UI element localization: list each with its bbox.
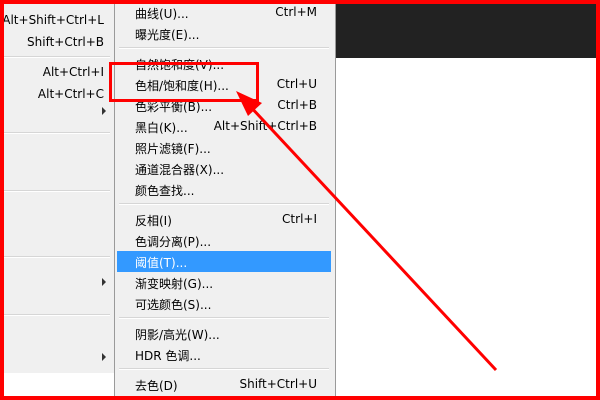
parent-menu: Alt+Shift+Ctrl+L Shift+Ctrl+B Alt+Ctrl+I… [0,0,115,373]
menu-item-threshold[interactable]: 阈值(T)... [117,251,331,272]
menu-item-label: 渐变映射(G)... [135,277,214,291]
menu-item-label: 可选颜色(S)... [135,298,212,312]
menu-separator [2,256,110,258]
menu-item-channel-mixer[interactable]: 通道混合器(X)... [117,158,331,179]
menu-item-hue-saturation[interactable]: 色相/饱和度(H)... Ctrl+U [117,74,331,95]
parent-menu-item[interactable]: Alt+Shift+Ctrl+L [0,13,104,27]
shortcut-label: Alt+Ctrl+I [42,65,104,79]
menu-item-invert[interactable]: 反相(I) Ctrl+I [117,209,331,230]
menu-item-hdr-toning[interactable]: HDR 色调... [117,344,331,365]
menu-item-label: 去色(D) [135,379,178,393]
menu-item-label: HDR 色调... [135,349,201,363]
menu-item-color-balance[interactable]: 色彩平衡(B)... Ctrl+B [117,95,331,116]
menu-item-curves[interactable]: 曲线(U)... Ctrl+M [117,2,331,23]
menu-item-color-lookup[interactable]: 颜色查找... [117,179,331,200]
adjustments-submenu: 曲线(U)... Ctrl+M 曝光度(E)... 自然饱和度(V)... 色相… [114,0,336,400]
menu-item-label: 照片滤镜(F)... [135,142,211,156]
menu-item-label: 阴影/高光(W)... [135,328,220,342]
shortcut-label: Alt+Ctrl+C [37,87,104,101]
menu-item-label: 色彩平衡(B)... [135,100,213,114]
menu-item-label: 黑白(K)... [135,121,188,135]
parent-menu-item[interactable]: Alt+Ctrl+C [0,87,104,101]
menu-item-label: 色相/饱和度(H)... [135,79,229,93]
menu-separator [2,314,110,316]
menu-item-label: 色调分离(P)... [135,235,212,249]
menu-item-shortcut: Ctrl+U [276,77,317,91]
canvas-area-bottom [0,374,114,400]
canvas-area [334,58,600,400]
menu-separator [2,132,110,134]
menu-separator [119,47,329,49]
menu-item-shadows-highlights[interactable]: 阴影/高光(W)... [117,323,331,344]
menu-item-shortcut: Alt+Shift+Ctrl+B [213,119,317,133]
parent-menu-item[interactable]: Alt+Ctrl+I [0,65,104,79]
menu-item-shortcut: Shift+Ctrl+U [239,377,317,391]
menu-separator [2,56,110,58]
menu-item-desaturate[interactable]: 去色(D) Shift+Ctrl+U [117,374,331,395]
shortcut-label: Shift+Ctrl+B [27,35,104,49]
menu-item-label: 通道混合器(X)... [135,163,225,177]
menu-separator [119,317,329,319]
menu-item-label: 自然饱和度(V)... [135,58,225,72]
menu-item-label: 反相(I) [135,214,172,228]
menu-item-gradient-map[interactable]: 渐变映射(G)... [117,272,331,293]
menu-item-shortcut: Ctrl+M [275,5,317,19]
submenu-arrow-icon [102,107,106,115]
menu-item-label: 曝光度(E)... [135,28,200,42]
menu-item-shortcut: Ctrl+B [277,98,317,112]
menu-item-selective-color[interactable]: 可选颜色(S)... [117,293,331,314]
submenu-arrow-icon [102,353,106,361]
menu-separator [2,190,110,192]
menu-item-label: 颜色查找... [135,184,195,198]
menu-item-label: 阈值(T)... [135,256,188,270]
menu-item-exposure[interactable]: 曝光度(E)... [117,23,331,44]
submenu-arrow-icon [102,278,106,286]
menu-item-label: 曲线(U)... [135,7,189,21]
menu-separator [119,368,329,370]
menu-item-photo-filter[interactable]: 照片滤镜(F)... [117,137,331,158]
menu-item-black-white[interactable]: 黑白(K)... Alt+Shift+Ctrl+B [117,116,331,137]
menu-item-posterize[interactable]: 色调分离(P)... [117,230,331,251]
menu-item-shortcut: Ctrl+I [282,212,317,226]
parent-menu-item[interactable]: Shift+Ctrl+B [0,35,104,49]
shortcut-label: Alt+Shift+Ctrl+L [2,13,104,27]
menu-item-vibrance[interactable]: 自然饱和度(V)... [117,53,331,74]
menu-separator [119,203,329,205]
canvas-dark-area [334,0,600,58]
